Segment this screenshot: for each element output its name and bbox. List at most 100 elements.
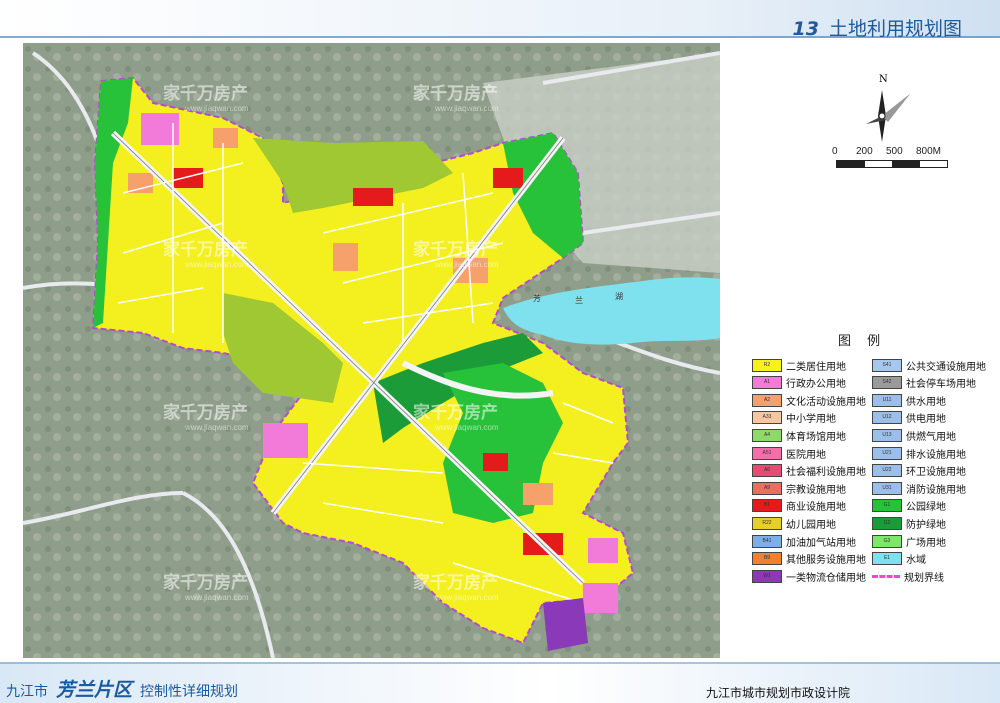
legend-item: S42 社会停车场用地 bbox=[872, 376, 976, 390]
legend-swatch: E1 bbox=[872, 552, 902, 566]
legend-item: A9 宗教设施用地 bbox=[752, 481, 846, 496]
title-text: 土地利用规划图 bbox=[828, 18, 962, 40]
scale-tick-2: 500 bbox=[886, 146, 903, 157]
legend-item: B1 商业设施用地 bbox=[752, 499, 846, 513]
legend-label: 防护绿地 bbox=[906, 519, 946, 531]
legend-label: 供燃气用地 bbox=[906, 431, 956, 443]
legend-item: 规划界线 bbox=[872, 569, 944, 584]
lake-label-2: 兰 bbox=[575, 296, 583, 305]
legend-item: U22 环卫设施用地 bbox=[872, 464, 966, 478]
legend-item: R2 二类居住用地 bbox=[752, 358, 846, 373]
lake-label-3: 湖 bbox=[615, 292, 623, 301]
legend-label: 公共交通设施用地 bbox=[906, 361, 986, 373]
warehouse-parcel bbox=[543, 598, 588, 651]
legend-item: A51 医院用地 bbox=[752, 446, 826, 461]
legend-item: A6 社会福利设施用地 bbox=[752, 464, 866, 478]
legend-label: 规划界线 bbox=[904, 572, 944, 584]
footer-district: 芳兰片区 bbox=[56, 679, 133, 701]
legend-swatch: S42 bbox=[872, 376, 902, 390]
legend-label: 加油加气站用地 bbox=[786, 537, 856, 549]
legend-label: 商业设施用地 bbox=[786, 502, 846, 514]
legend-swatch: A2 bbox=[752, 393, 782, 407]
legend-swatch: A33 bbox=[752, 411, 782, 425]
legend-swatch: B1 bbox=[752, 499, 782, 513]
legend-item: U21 排水设施用地 bbox=[872, 446, 966, 461]
legend-item: G3 广场用地 bbox=[872, 534, 946, 549]
north-label: N bbox=[879, 74, 888, 85]
legend-label: 社会福利设施用地 bbox=[786, 467, 866, 479]
legend-label: 宗教设施用地 bbox=[786, 484, 846, 496]
legend-item: W1 一类物流仓储用地 bbox=[752, 569, 866, 584]
legend-label: 公园绿地 bbox=[906, 502, 946, 514]
legend-label: 社会停车场用地 bbox=[906, 379, 976, 391]
map-drawing bbox=[23, 43, 720, 658]
legend-swatch: G1 bbox=[872, 499, 902, 513]
legend-label: 供电用地 bbox=[906, 414, 946, 426]
scale-bar: 0 200 500 800M bbox=[832, 146, 966, 176]
legend-swatch: W1 bbox=[752, 569, 782, 583]
legend-swatch: U31 bbox=[872, 481, 902, 495]
legend-label: 体育场馆用地 bbox=[786, 431, 846, 443]
legend-label: 二类居住用地 bbox=[786, 361, 846, 373]
footer-project-title: 九江市 芳兰片区 控制性详细规划 bbox=[6, 675, 238, 702]
footer-plan: 控制性详细规划 bbox=[140, 684, 239, 700]
legend-swatch: B9 bbox=[752, 552, 782, 566]
legend-item: R22 幼儿园用地 bbox=[752, 516, 836, 531]
legend-label: 行政办公用地 bbox=[786, 379, 846, 391]
legend-swatch: A9 bbox=[752, 481, 782, 495]
legend-swatch: R2 bbox=[752, 358, 782, 372]
legend-item: G1 公园绿地 bbox=[872, 499, 946, 513]
footer-city: 九江市 bbox=[6, 684, 48, 700]
legend-label: 其他服务设施用地 bbox=[786, 555, 866, 567]
legend-label: 消防设施用地 bbox=[906, 484, 966, 496]
legend-label: 供水用地 bbox=[906, 396, 946, 408]
legend-item: A4 体育场馆用地 bbox=[752, 428, 846, 443]
legend-swatch: U22 bbox=[872, 464, 902, 478]
legend-item: E1 水域 bbox=[872, 552, 926, 566]
legend-item: U13 供燃气用地 bbox=[872, 428, 956, 443]
title-number: 13 bbox=[792, 18, 819, 40]
legend-label: 环卫设施用地 bbox=[906, 467, 966, 479]
footer-institute: 九江市城市规划市政设计院 bbox=[706, 686, 851, 700]
legend-item: U11 供水用地 bbox=[872, 393, 946, 408]
lake-label-1: 芳 bbox=[533, 294, 541, 303]
legend-swatch: A4 bbox=[752, 428, 782, 442]
legend-label: 排水设施用地 bbox=[906, 449, 966, 461]
legend-label: 一类物流仓储用地 bbox=[786, 572, 866, 584]
legend-label: 中小学用地 bbox=[786, 414, 836, 426]
scale-tick-0: 0 bbox=[832, 146, 838, 157]
compass-rose-icon bbox=[866, 90, 910, 142]
legend-item: S41 公共交通设施用地 bbox=[872, 358, 986, 373]
legend-swatch: U11 bbox=[872, 393, 902, 407]
scale-bar-graphic bbox=[836, 160, 948, 168]
legend-item: U12 供电用地 bbox=[872, 411, 946, 425]
legend-label: 水域 bbox=[906, 555, 926, 567]
legend-swatch: U12 bbox=[872, 411, 902, 425]
legend-swatch: A6 bbox=[752, 464, 782, 478]
boundary-line-swatch bbox=[872, 574, 900, 578]
scale-tick-3: 800M bbox=[916, 146, 942, 157]
legend-item: A1 行政办公用地 bbox=[752, 376, 846, 390]
legend-label: 幼儿园用地 bbox=[786, 519, 836, 531]
legend-swatch: A51 bbox=[752, 446, 782, 460]
legend-swatch: G3 bbox=[872, 534, 902, 548]
legend-label: 文化活动设施用地 bbox=[786, 396, 866, 408]
legend-item: B9 其他服务设施用地 bbox=[752, 552, 866, 566]
legend-swatch: U13 bbox=[872, 428, 902, 442]
land-use-map: 芳 兰 湖 家千万房产 www.jiaqwan.com 家千万房产 www.jiaq… bbox=[23, 43, 720, 658]
page-title: 13 土地利用规划图 bbox=[793, 14, 962, 41]
legend-item: A2 文化活动设施用地 bbox=[752, 393, 866, 408]
legend-swatch: U21 bbox=[872, 446, 902, 460]
legend-item: A33 中小学用地 bbox=[752, 411, 836, 425]
scale-tick-1: 200 bbox=[856, 146, 873, 157]
legend-label: 医院用地 bbox=[786, 449, 826, 461]
legend-item: G2 防护绿地 bbox=[872, 516, 946, 531]
legend-label: 广场用地 bbox=[906, 537, 946, 549]
legend-swatch: A1 bbox=[752, 376, 782, 390]
legend-swatch: R22 bbox=[752, 516, 782, 530]
legend-title: 图 例 bbox=[838, 334, 887, 349]
legend-swatch: B41 bbox=[752, 534, 782, 548]
legend-swatch: S41 bbox=[872, 358, 902, 372]
legend-item: B41 加油加气站用地 bbox=[752, 534, 856, 549]
north-arrow: N bbox=[862, 74, 922, 146]
